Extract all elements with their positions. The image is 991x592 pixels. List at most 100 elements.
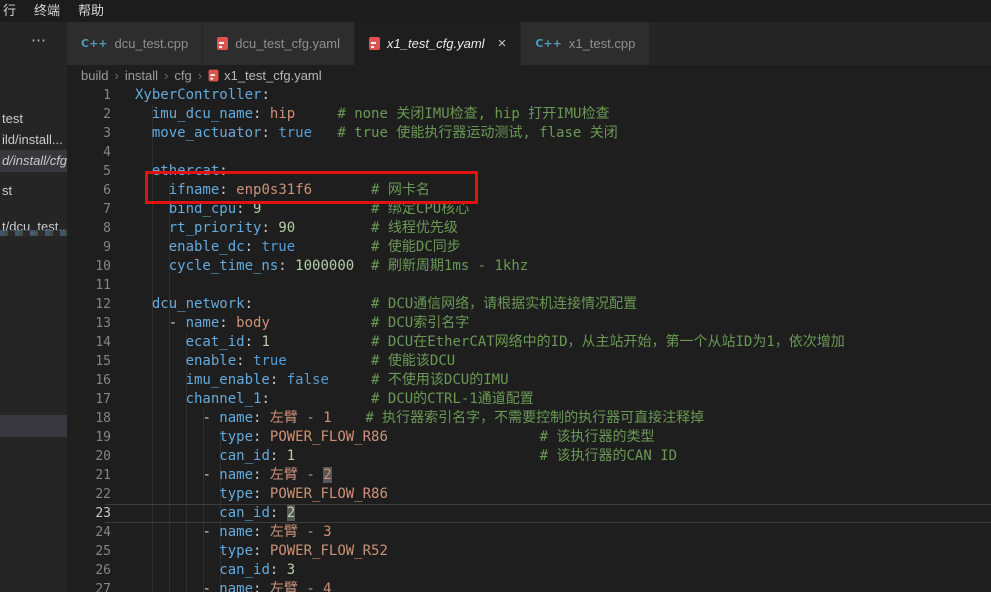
sidebar-panel: ⋯ testild/install...d/install/cfgstt/dcu… [0,22,67,592]
tab-x1_test.cpp[interactable]: C++ x1_test.cpp [521,22,649,65]
code-line[interactable]: 2 imu_dcu_name: hip # none 关闭IMU检查, hip … [67,105,991,124]
line-number: 17 [67,390,125,409]
menu-item-行[interactable]: 行 [2,0,25,22]
line-number: 6 [67,181,125,200]
line-content: enable: true # 使能该DCU [135,352,455,371]
code-line[interactable]: 11 [67,276,991,295]
line-number: 9 [67,238,125,257]
line-content: channel_1: # DCU的CTRL-1通道配置 [135,390,534,409]
yaml-file-icon [369,37,380,50]
line-content: type: POWER_FLOW_R52 [135,542,388,561]
code-editor[interactable]: 1 XyberController:2 imu_dcu_name: hip # n… [67,86,991,592]
sidebar-item[interactable]: d/install/cfg [0,150,67,172]
line-number: 15 [67,352,125,371]
line-content: can_id: 1 # 该执行器的CAN ID [135,447,677,466]
line-content: XyberController: [135,86,270,105]
breadcrumb-segment[interactable]: install [125,68,158,83]
chevron-right-icon: › [114,68,118,83]
vscode-window: 行终端帮助 ⋯ testild/install...d/install/cfg s… [0,0,991,592]
line-number: 7 [67,200,125,219]
tab-label: dcu_test_cfg.yaml [235,36,340,51]
code-line[interactable]: 12 dcu_network: # DCU通信网络，请根据实机连接情况配置 [67,295,991,314]
code-line[interactable]: 8 rt_priority: 90 # 线程优先级 [67,219,991,238]
code-line[interactable]: 22 type: POWER_FLOW_R86 [67,485,991,504]
code-line[interactable]: 19 type: POWER_FLOW_R86 # 该执行器的类型 [67,428,991,447]
code-line[interactable]: 27 - name: 左臂 - 4 [67,580,991,592]
breadcrumb-segment[interactable]: cfg [174,68,191,83]
tab-label: x1_test.cpp [569,36,636,51]
line-number: 23 [67,504,125,523]
line-content: - name: 左臂 - 1 # 执行器索引名字，不需要控制的执行器可直接注释掉 [135,409,704,428]
code-line[interactable]: 14 ecat_id: 1 # DCU在EtherCAT网络中的ID，从主站开始… [67,333,991,352]
line-content: type: POWER_FLOW_R86 # 该执行器的类型 [135,428,654,447]
line-number: 1 [67,86,125,105]
line-number: 4 [67,143,125,162]
line-content: enable_dc: true # 使能DC同步 [135,238,461,257]
tab-label: dcu_test.cpp [115,36,189,51]
code-line[interactable]: 16 imu_enable: false # 不使用该DCU的IMU [67,371,991,390]
breadcrumb-file[interactable]: x1_test_cfg.yaml [224,68,322,83]
line-number: 3 [67,124,125,143]
chevron-right-icon: › [164,68,168,83]
chevron-right-icon: › [198,68,202,83]
line-number: 22 [67,485,125,504]
line-number: 27 [67,580,125,592]
cpp-file-icon: C++ [81,37,108,50]
code-line[interactable]: 15 enable: true # 使能该DCU [67,352,991,371]
sidebar-item[interactable]: test [0,108,67,130]
code-line[interactable]: 21 - name: 左臂 - 2 [67,466,991,485]
tab-dcu_test.cpp[interactable]: C++ dcu_test.cpp [67,22,202,65]
code-line[interactable]: 3 move_actuator: true # true 使能执行器运动测试, … [67,124,991,143]
menu-item-终端[interactable]: 终端 [25,0,69,22]
code-line[interactable]: 24 - name: 左臂 - 3 [67,523,991,542]
line-number: 13 [67,314,125,333]
sidebar-item[interactable]: st [0,180,67,202]
line-content: can_id: 3 [135,561,295,580]
breadcrumb: build › install › cfg › x1_test_cfg.yaml [67,65,991,86]
line-content: type: POWER_FLOW_R86 [135,485,388,504]
line-content: cycle_time_ns: 1000000 # 刷新周期1ms - 1khz [135,257,528,276]
yaml-file-icon [217,37,228,50]
line-number: 16 [67,371,125,390]
sidebar-highlighted-row[interactable] [0,415,67,437]
code-line[interactable]: 25 type: POWER_FLOW_R52 [67,542,991,561]
code-line[interactable]: 4 [67,143,991,162]
tab-dcu_test_cfg.yaml[interactable]: dcu_test_cfg.yaml [203,22,354,65]
sidebar-item[interactable]: ild/install... [0,129,67,151]
tab-x1_test_cfg.yaml[interactable]: x1_test_cfg.yaml × [355,22,520,65]
code-line[interactable]: 17 channel_1: # DCU的CTRL-1通道配置 [67,390,991,409]
line-number: 5 [67,162,125,181]
code-line[interactable]: 23 can_id: 2 [67,504,991,523]
line-content: - name: 左臂 - 4 [135,580,332,592]
line-content: imu_dcu_name: hip # none 关闭IMU检查, hip 打开… [135,105,610,124]
line-number: 26 [67,561,125,580]
cpp-file-icon: C++ [535,37,562,50]
code-line[interactable]: 18 - name: 左臂 - 1 # 执行器索引名字，不需要控制的执行器可直接… [67,409,991,428]
close-icon[interactable]: × [498,36,507,51]
menu-bar: 行终端帮助 [0,0,991,22]
line-number: 12 [67,295,125,314]
menu-item-帮助[interactable]: 帮助 [69,0,113,22]
code-line[interactable]: 26 can_id: 3 [67,561,991,580]
line-content: - name: 左臂 - 2 [135,466,332,485]
line-number: 18 [67,409,125,428]
line-content: dcu_network: # DCU通信网络，请根据实机连接情况配置 [135,295,637,314]
tab-label: x1_test_cfg.yaml [387,36,485,51]
code-line[interactable]: 10 cycle_time_ns: 1000000 # 刷新周期1ms - 1k… [67,257,991,276]
line-number: 21 [67,466,125,485]
code-line[interactable]: 1 XyberController: [67,86,991,105]
line-number: 11 [67,276,125,295]
line-number: 8 [67,219,125,238]
line-number: 25 [67,542,125,561]
code-line[interactable]: 20 can_id: 1 # 该执行器的CAN ID [67,447,991,466]
line-number: 19 [67,428,125,447]
line-number: 10 [67,257,125,276]
more-actions-icon[interactable]: ⋯ [31,31,47,49]
line-number: 20 [67,447,125,466]
code-line[interactable]: 13 - name: body # DCU索引名字 [67,314,991,333]
line-content: imu_enable: false # 不使用该DCU的IMU [135,371,509,390]
sidebar-mini-strip [0,230,67,236]
line-content: - name: body # DCU索引名字 [135,314,469,333]
breadcrumb-segment[interactable]: build [81,68,108,83]
code-line[interactable]: 9 enable_dc: true # 使能DC同步 [67,238,991,257]
